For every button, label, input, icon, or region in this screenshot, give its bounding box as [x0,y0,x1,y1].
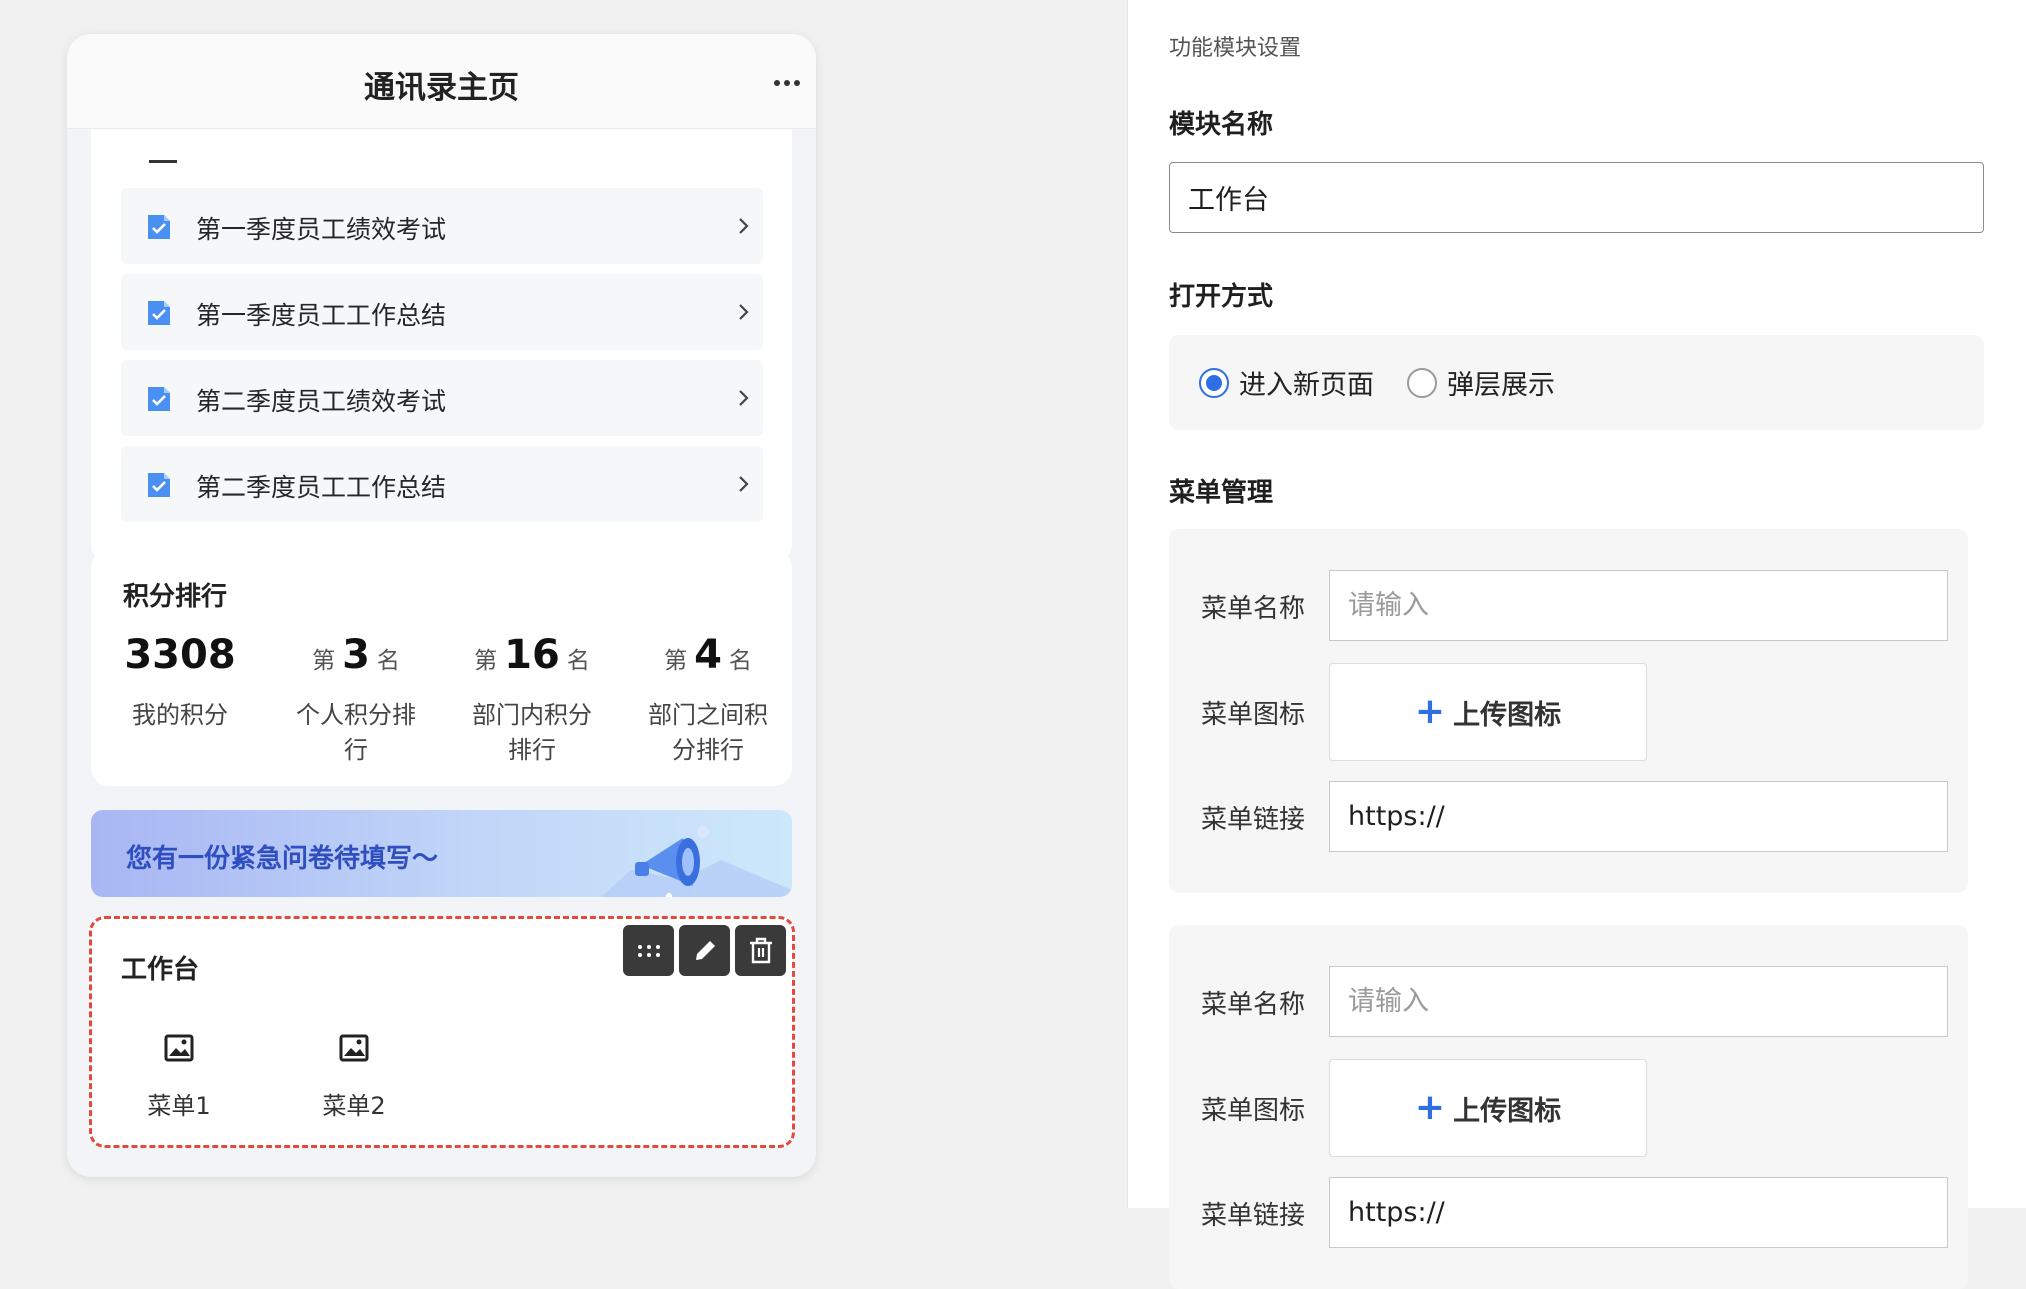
my-points-value: 3308 [124,632,236,678]
trash-icon [749,937,772,963]
checked-document-icon [148,473,170,497]
points-ranking-title: 积分排行 [123,582,228,612]
chevron-right-icon [739,218,749,234]
banner-text: 您有一份紧急问卷待填写～ [126,844,439,874]
menu-name-label: 菜单名称 [1201,594,1306,624]
doc-item-label: 第一季度员工工作总结 [196,301,447,330]
menu-config-group: 菜单名称 菜单图标 + 上传图标 菜单链接 [1169,529,1968,893]
doc-item-label: 第一季度员工绩效考试 [196,215,447,244]
menu-name-input[interactable] [1329,570,1948,641]
my-points-label: 我的积分 [132,701,228,729]
open-mode-label: 打开方式 [1169,282,1274,312]
inter-dept-rank-label: 部门之间积分排行 [648,701,768,764]
chevron-right-icon [739,390,749,406]
open-mode-group: 进入新页面 弹层展示 [1169,335,1984,430]
phone-preview: 通讯录主页 第一季度员工绩效考试 第一季度员工工作总结 第二季度员工绩效考试 第… [67,34,816,1177]
megaphone-icon [601,826,792,897]
menu-name-input[interactable] [1329,966,1948,1037]
workbench-module[interactable]: 工作台 菜单1 菜单2 [89,916,795,1148]
menu-item-label: 菜单2 [322,1092,386,1120]
menu-item-label: 菜单1 [147,1092,211,1120]
page-title: 通讯录主页 [364,70,519,106]
doc-item[interactable]: 第二季度员工工作总结 [121,446,763,522]
module-name-input[interactable] [1169,162,1984,233]
dept-rank-label: 部门内积分排行 [472,701,592,764]
panel-heading: 功能模块设置 [1169,36,1302,61]
more-horizontal-icon[interactable] [774,80,800,86]
image-icon [164,1034,194,1062]
drag-handle-icon [637,944,660,957]
module-settings-panel: 功能模块设置 模块名称 打开方式 进入新页面 弹层展示 菜单管理 菜单名称 菜单… [1127,0,2026,1289]
inter-dept-rank-stat: 第 4 名 部门之间积分排行 [628,632,788,768]
menu-link-label: 菜单链接 [1201,1201,1306,1231]
doc-item-label: 第二季度员工工作总结 [196,473,447,502]
delete-button[interactable] [735,925,786,976]
open-mode-new-page-radio[interactable]: 进入新页面 [1199,363,1374,402]
menu-config-group: 菜单名称 菜单图标 + 上传图标 菜单链接 [1169,925,1968,1289]
doc-item[interactable]: 第一季度员工绩效考试 [121,188,763,264]
plus-icon: + [1414,1087,1446,1128]
plus-icon: + [1414,691,1446,732]
personal-rank-stat: 第 3 名 个人积分排行 [276,632,436,768]
checked-document-icon [148,301,170,325]
survey-banner[interactable]: 您有一份紧急问卷待填写～ [91,810,792,897]
phone-header: 通讯录主页 [67,34,816,129]
edit-button[interactable] [679,925,730,976]
points-ranking-card: 积分排行 3308 我的积分 第 3 名 个人积分排行 第 16 名 部门内积分… [91,550,792,786]
drag-handle-button[interactable] [623,925,674,976]
personal-rank-value: 3 [342,632,370,678]
doc-item[interactable]: 第二季度员工绩效考试 [121,360,763,436]
menu-icon-label: 菜单图标 [1201,700,1306,730]
image-icon [339,1034,369,1062]
chevron-right-icon [739,304,749,320]
module-name-label: 模块名称 [1169,110,1274,140]
workbench-title: 工作台 [121,955,200,985]
workbench-menu-item[interactable]: 菜单1 [114,1034,244,1121]
checked-document-icon [148,215,170,239]
pencil-icon [695,940,715,960]
menu-link-input[interactable] [1329,1177,1948,1248]
my-points-stat: 3308 我的积分 [100,632,260,733]
menu-icon-label: 菜单图标 [1201,1096,1306,1126]
menu-link-input[interactable] [1329,781,1948,852]
menu-name-label: 菜单名称 [1201,990,1306,1020]
radio-selected-icon [1199,367,1229,398]
menu-manage-label: 菜单管理 [1169,478,1274,508]
personal-rank-label: 个人积分排行 [296,701,416,764]
upload-icon-button[interactable]: + 上传图标 [1329,1059,1647,1157]
doc-item[interactable]: 第一季度员工工作总结 [121,274,763,350]
checked-document-icon [148,387,170,411]
doc-item-label: 第二季度员工绩效考试 [196,387,447,416]
list-header-stub [149,160,177,163]
open-mode-popup-radio[interactable]: 弹层展示 [1407,363,1555,402]
menu-link-label: 菜单链接 [1201,805,1306,835]
radio-unselected-icon [1407,367,1437,398]
inter-dept-rank-value: 4 [694,632,722,678]
dept-rank-stat: 第 16 名 部门内积分排行 [452,632,612,768]
dept-rank-value: 16 [504,632,560,678]
workbench-menu-item[interactable]: 菜单2 [289,1034,419,1121]
upload-icon-button[interactable]: + 上传图标 [1329,663,1647,761]
chevron-right-icon [739,476,749,492]
